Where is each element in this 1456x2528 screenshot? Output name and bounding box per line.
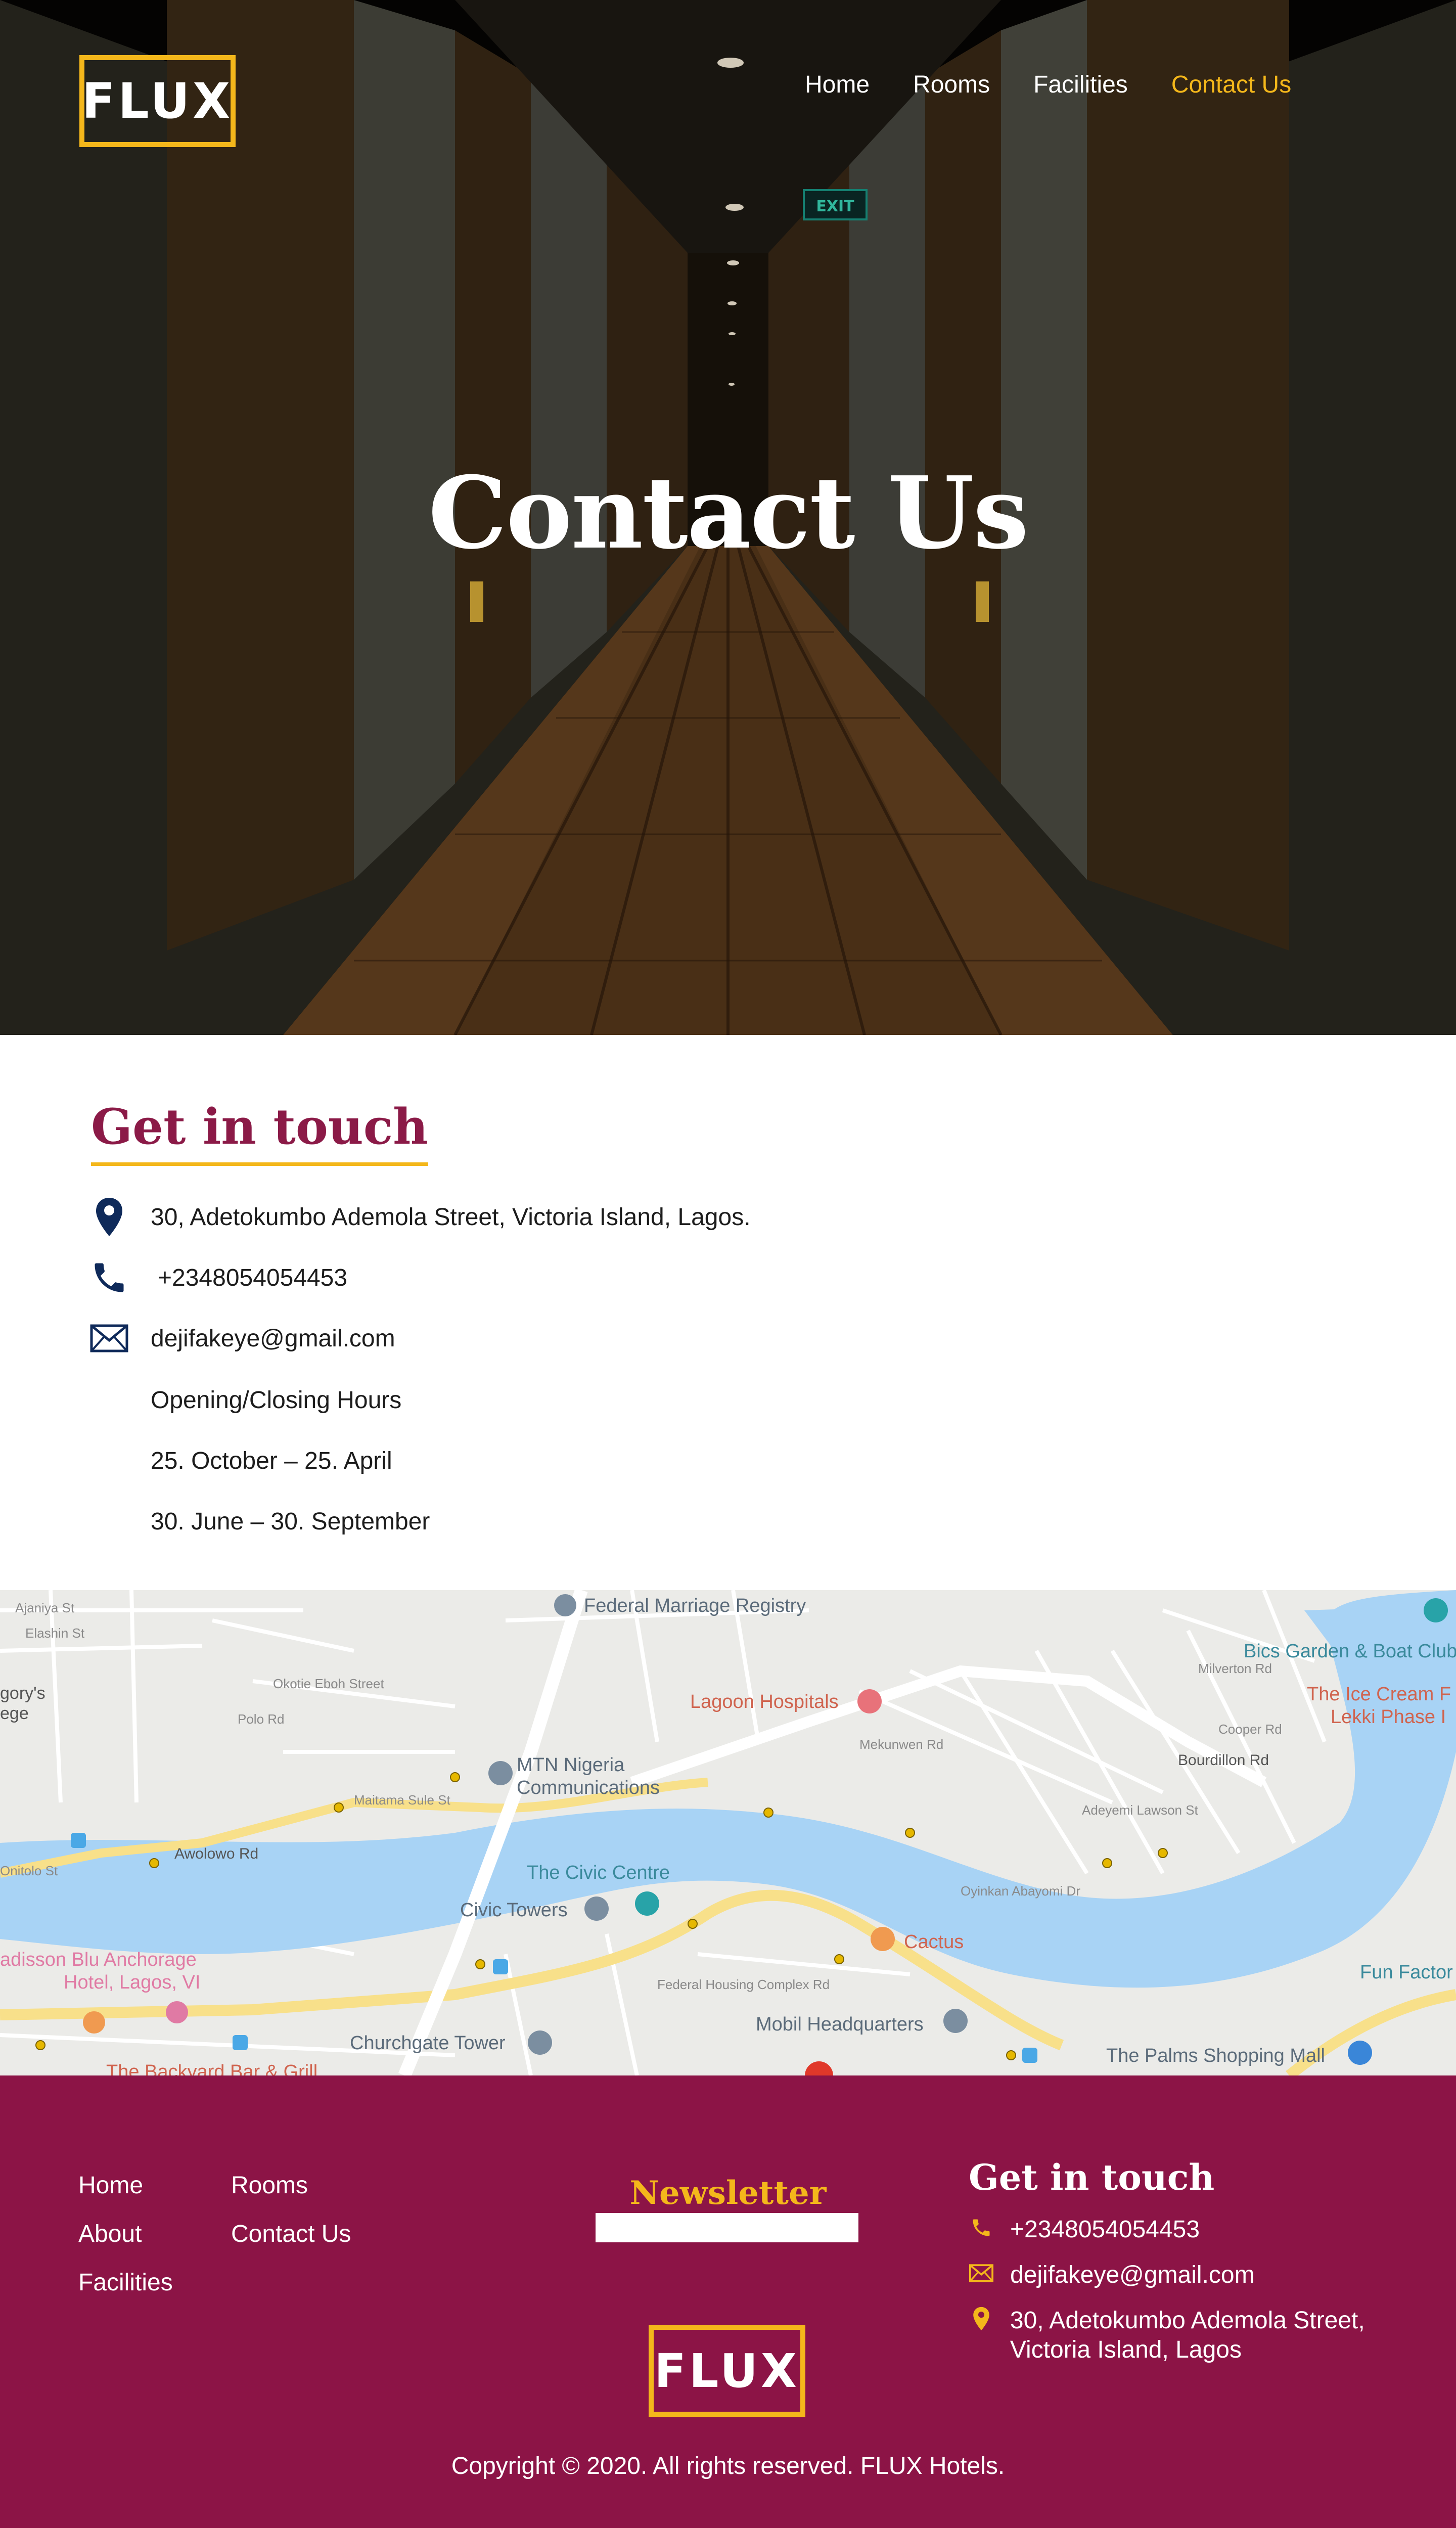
map-label-bics: Bics Garden & Boat Club (1244, 1641, 1456, 1662)
phone-icon (969, 2215, 994, 2240)
footer-phone-row: +2348054054453 (969, 2215, 1200, 2244)
phone-text[interactable]: +2348054054453 (158, 1264, 347, 1292)
footer-email-text[interactable]: dejifakeye@gmail.com (1010, 2261, 1255, 2290)
map-label-lekki: Lekki Phase I (1331, 1706, 1446, 1728)
map-label-marriage-registry: Federal Marriage Registry (584, 1595, 806, 1616)
page-title: Contact Us (428, 455, 1029, 571)
email-row: dejifakeye@gmail.com (89, 1318, 395, 1359)
map-label-gory: gory's (0, 1684, 46, 1703)
footer-link-about[interactable]: About (78, 2220, 142, 2248)
map-label-radisson-2: Hotel, Lagos, VI (64, 1972, 201, 1993)
footer-phone-text[interactable]: +2348054054453 (1010, 2215, 1200, 2244)
map-label-mtn-2: Communications (517, 1777, 660, 1798)
map-label-oyinkan: Oyinkan Abayomi Dr (961, 1883, 1080, 1899)
map-label-elashin: Elashin St (25, 1626, 85, 1641)
map-label-palms: The Palms Shopping Mall (1106, 2045, 1325, 2066)
address-text: 30, Adetokumbo Ademola Street, Victoria … (151, 1203, 751, 1231)
address-row: 30, Adetokumbo Ademola Street, Victoria … (89, 1197, 751, 1237)
footer-link-contact[interactable]: Contact Us (231, 2220, 351, 2248)
email-text[interactable]: dejifakeye@gmail.com (151, 1325, 395, 1352)
map-label-polo: Polo Rd (238, 1711, 285, 1727)
nav-rooms[interactable]: Rooms (913, 71, 990, 99)
map-label-cooper: Cooper Rd (1218, 1722, 1282, 1737)
map-label-awolowo: Awolowo Rd (174, 1845, 259, 1862)
footer-address-row: 30, Adetokumbo Ademola Street, Victoria … (969, 2306, 1424, 2365)
footer-contact-heading: Get in touch (969, 2156, 1215, 2198)
map-label-onitolo: Onitolo St (0, 1863, 58, 1878)
newsletter-title: Newsletter (629, 2174, 827, 2212)
footer-link-facilities[interactable]: Facilities (78, 2269, 173, 2296)
map-label-fun-factory: Fun Factor (1360, 1962, 1453, 1983)
nav-facilities[interactable]: Facilities (1033, 71, 1128, 99)
contact-section: Get in touch 30, Adetokumbo Ademola Stre… (0, 1035, 1456, 1590)
hero-banner: EXIT FLUX Home Rooms Facilities Contact … (0, 0, 1456, 1035)
map-label-backyard: The Backyard Bar & Grill (106, 2061, 318, 2075)
map-label-ege: ege (0, 1704, 29, 1723)
location-pin-icon (89, 1197, 129, 1237)
map-label-ajaniya: Ajaniya St (15, 1600, 75, 1615)
nav-home[interactable]: Home (805, 71, 870, 99)
location-map[interactable]: Federal Marriage Registry Bics Garden & … (0, 1590, 1456, 2075)
phone-row: +2348054054453 (89, 1257, 347, 1298)
map-label-cactus: Cactus (904, 1931, 964, 1953)
map-label-mobil: Mobil Headquarters (756, 2014, 924, 2035)
flux-logo[interactable]: FLUX (79, 55, 236, 147)
hours-range-1: 25. October – 25. April (151, 1448, 392, 1474)
map-label-mekunwen: Mekunwen Rd (859, 1737, 944, 1752)
footer-flux-logo[interactable]: FLUX (649, 2325, 805, 2417)
footer-link-rooms[interactable]: Rooms (231, 2172, 308, 2199)
map-label-maitama: Maitama Sule St (354, 1792, 450, 1808)
map-label-adeyemi: Adeyemi Lawson St (1082, 1802, 1198, 1818)
logo-text: FLUX (81, 73, 234, 129)
hours-range-2: 30. June – 30. September (151, 1508, 430, 1535)
footer-address-text: 30, Adetokumbo Ademola Street, Victoria … (1010, 2307, 1365, 2363)
map-label-churchgate: Churchgate Tower (350, 2033, 506, 2054)
footer-logo-text: FLUX (654, 2343, 800, 2398)
main-nav: Home Rooms Facilities Contact Us (805, 71, 1335, 99)
map-label-radisson: adisson Blu Anchorage (0, 1949, 197, 1970)
map-label-milverton: Milverton Rd (1198, 1661, 1272, 1676)
map-label-ice-cream: The Ice Cream F (1307, 1684, 1451, 1705)
envelope-icon (969, 2261, 994, 2286)
map-label-federal-housing: Federal Housing Complex Rd (657, 1977, 830, 1992)
phone-icon (89, 1257, 129, 1298)
location-pin-icon (969, 2306, 994, 2331)
contact-heading: Get in touch (91, 1098, 428, 1166)
footer-email-row: dejifakeye@gmail.com (969, 2261, 1255, 2290)
map-label-civic-centre: The Civic Centre (527, 1862, 670, 1883)
hours-label: Opening/Closing Hours (151, 1387, 402, 1414)
map-label-bourdillon: Bourdillon Rd (1178, 1752, 1269, 1769)
nav-contact-us[interactable]: Contact Us (1171, 71, 1291, 99)
copyright: Copyright © 2020. All rights reserved. F… (451, 2453, 1005, 2479)
map-label-lagoon-hospitals: Lagoon Hospitals (690, 1691, 839, 1712)
newsletter-input[interactable] (596, 2213, 858, 2242)
envelope-icon (89, 1318, 129, 1359)
map-label-okotie: Okotie Eboh Street (273, 1676, 384, 1691)
footer-link-home[interactable]: Home (78, 2172, 143, 2199)
map-label-mtn: MTN Nigeria (517, 1754, 625, 1776)
map-label-civic-towers: Civic Towers (460, 1900, 568, 1921)
